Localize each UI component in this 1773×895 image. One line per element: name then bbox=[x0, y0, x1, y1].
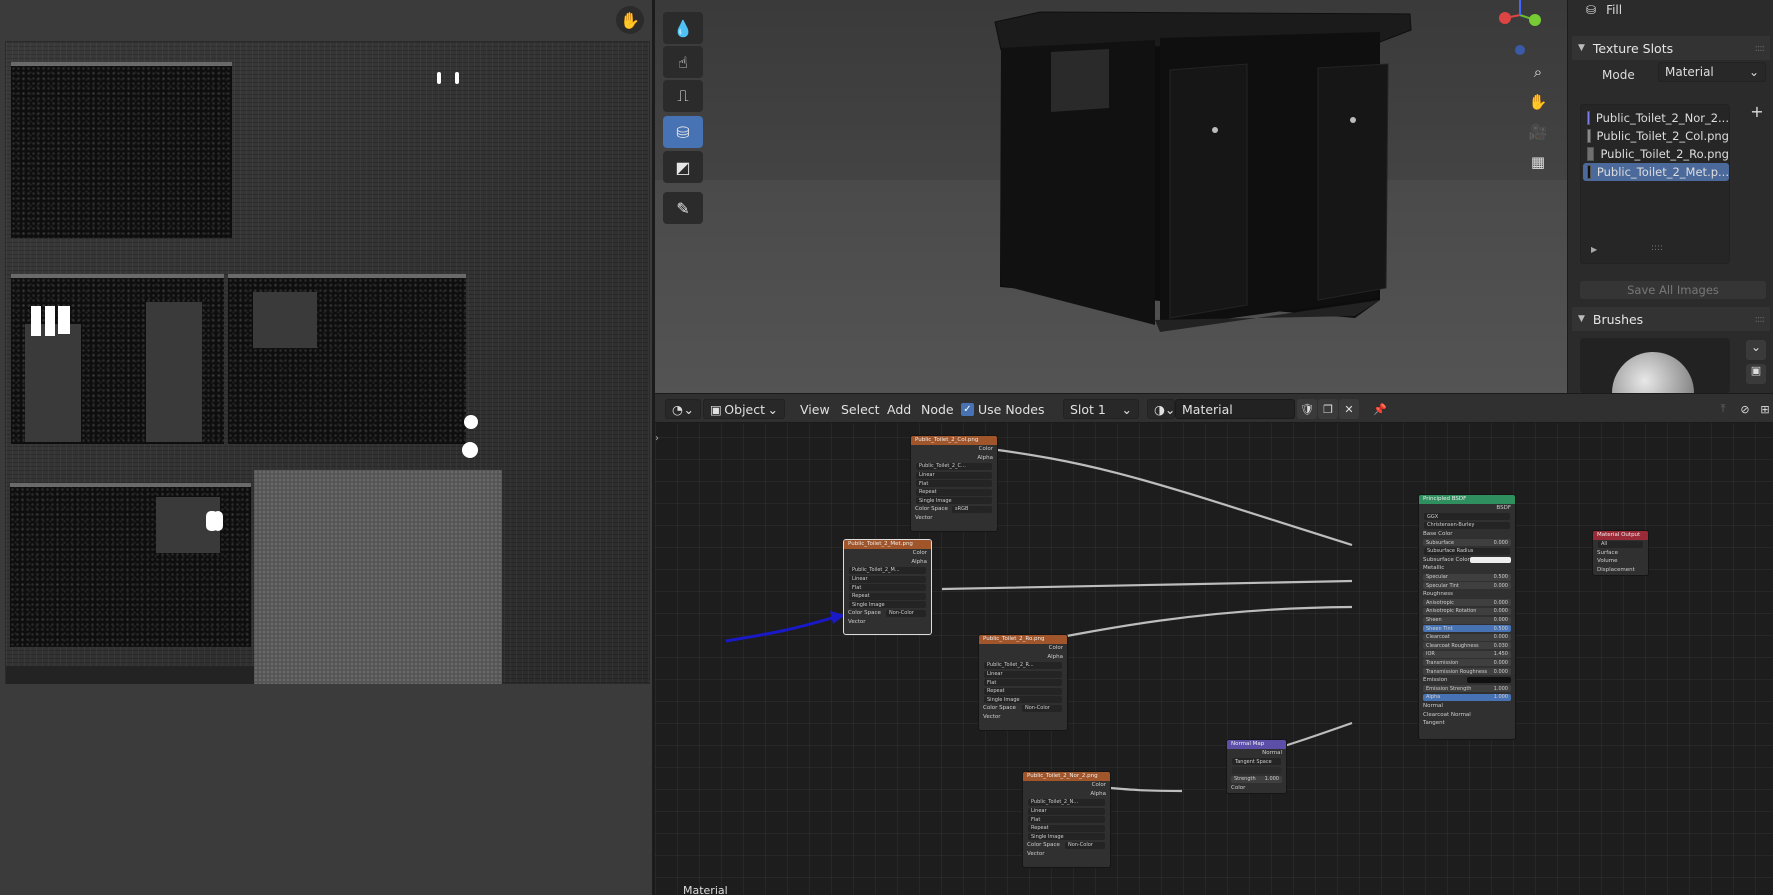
collapse-icon: ▼ bbox=[1578, 43, 1585, 53]
texture-slot-list[interactable]: Public_Toilet_2_Nor_2... Public_Toilet_2… bbox=[1580, 104, 1730, 264]
restroom-sign bbox=[31, 306, 41, 336]
chevron-down-icon: ⌄ bbox=[683, 401, 694, 417]
smear-icon[interactable]: ☝ bbox=[663, 46, 703, 78]
material-browse-button[interactable]: ◑ ⌄ bbox=[1147, 399, 1175, 419]
list-item[interactable]: Public_Toilet_2_Met.p... bbox=[1583, 163, 1729, 181]
brushes-header[interactable]: ▼ Brushes :::: bbox=[1572, 307, 1770, 331]
chevron-down-icon: ⌄ bbox=[767, 401, 778, 417]
node-material-output[interactable]: Material Output All Surface Volume Displ… bbox=[1592, 530, 1649, 576]
clone-icon[interactable]: ⎍ bbox=[663, 80, 703, 112]
chevron-down-icon: ⌄ bbox=[1164, 401, 1176, 417]
pin-icon[interactable]: 📌 bbox=[1370, 399, 1390, 419]
3d-viewport[interactable]: ⌕ ✋ 🎥 ▦ 💧 ☝ ⎍ ⛁ ◩ ✎ bbox=[655, 0, 1567, 393]
node-normal-map[interactable]: Normal Map Normal Tangent Space Strength… bbox=[1226, 739, 1287, 794]
chevron-down-icon: ⌄ bbox=[1748, 65, 1759, 79]
object-icon: ▣ bbox=[710, 401, 722, 417]
menu-view[interactable]: View bbox=[800, 399, 830, 419]
uv-texture-image bbox=[5, 41, 650, 684]
expand-icon[interactable]: ▶ bbox=[1591, 245, 1597, 254]
annotate-icon[interactable]: ✎ bbox=[663, 192, 703, 224]
texture-swatch bbox=[1587, 129, 1591, 143]
navigation-gizmo[interactable] bbox=[1485, 0, 1555, 60]
node-image-texture-col[interactable]: Public_Toilet_2_Col.png Color Alpha Publ… bbox=[910, 435, 998, 532]
image-icon[interactable]: ▣ bbox=[1746, 364, 1766, 384]
fill-icon[interactable]: ⛁ bbox=[663, 116, 703, 148]
collapse-icon: ▼ bbox=[1578, 314, 1585, 324]
node-principled-bsdf[interactable]: Principled BSDF BSDF GGX Christensen-Bur… bbox=[1418, 494, 1516, 740]
node-editor-icon: ◔ bbox=[672, 401, 683, 417]
material-name-field[interactable]: Material bbox=[1175, 399, 1295, 419]
menu-select[interactable]: Select bbox=[841, 399, 880, 419]
sidebar-toggle-icon[interactable]: › bbox=[655, 433, 659, 444]
texture-swatch bbox=[1587, 147, 1595, 161]
hand-icon[interactable]: ✋ bbox=[616, 6, 644, 34]
texture-slots-header[interactable]: ▼ Texture Slots :::: bbox=[1572, 36, 1770, 60]
editor-type-dropdown[interactable]: ◔ ⌄ bbox=[665, 399, 701, 419]
grid-icon[interactable]: ▦ bbox=[1524, 148, 1552, 176]
save-all-images-button[interactable]: Save All Images bbox=[1580, 281, 1766, 299]
camera-icon[interactable]: 🎥 bbox=[1524, 118, 1552, 146]
parent-node-tree-icon[interactable]: ⤒ bbox=[1713, 399, 1733, 419]
object-mode-dropdown[interactable]: ▣ Object ⌄ bbox=[703, 399, 785, 419]
properties-panel: ⛁ Fill ▼ Texture Slots :::: Mode Materia… bbox=[1567, 0, 1773, 393]
list-item[interactable]: Public_Toilet_2_Nor_2... bbox=[1583, 109, 1729, 127]
chevron-down-icon: ⌄ bbox=[1121, 401, 1132, 417]
node-links bbox=[725, 445, 1506, 793]
chevron-down-icon[interactable]: ⌄ bbox=[1746, 340, 1766, 360]
zoom-icon[interactable]: ⌕ bbox=[1524, 58, 1552, 86]
tool-name: Fill bbox=[1606, 3, 1623, 17]
node-image-texture-met[interactable]: Public_Toilet_2_Met.png Color Alpha Publ… bbox=[843, 539, 932, 635]
menu-add[interactable]: Add bbox=[887, 399, 911, 419]
close-icon[interactable]: ✕ bbox=[1339, 399, 1359, 419]
add-slot-button[interactable]: + bbox=[1748, 104, 1766, 122]
check-icon: ✓ bbox=[961, 402, 974, 416]
hand-icon[interactable]: ✋ bbox=[1524, 88, 1552, 116]
material-sphere-icon: ◑ bbox=[1154, 401, 1165, 417]
drop-icon[interactable]: 💧 bbox=[663, 12, 703, 44]
mask-icon[interactable]: ◩ bbox=[663, 151, 703, 183]
use-nodes-checkbox[interactable]: ✓ Use Nodes bbox=[961, 399, 1044, 419]
menu-node[interactable]: Node bbox=[921, 399, 954, 419]
shader-node-editor[interactable]: Public_Toilet_2_Col.png Color Alpha Publ… bbox=[655, 393, 1773, 895]
node-image-texture-ro[interactable]: Public_Toilet_2_Ro.png Color Alpha Publi… bbox=[978, 634, 1068, 731]
texture-swatch bbox=[1587, 111, 1590, 125]
list-item[interactable]: Public_Toilet_2_Ro.png bbox=[1583, 145, 1729, 163]
fake-user-icon[interactable]: 🛡 bbox=[1297, 399, 1317, 419]
node-image-texture-nor[interactable]: Public_Toilet_2_Nor_2.png Color Alpha Pu… bbox=[1022, 771, 1111, 868]
image-editor[interactable]: ✋ bbox=[0, 0, 652, 895]
snap-settings-icon[interactable]: ⊞ bbox=[1755, 399, 1773, 419]
mode-label: Mode bbox=[1602, 68, 1635, 82]
mode-dropdown[interactable]: Material ⌄ bbox=[1658, 62, 1766, 82]
texture-swatch bbox=[1587, 165, 1591, 179]
snap-icon[interactable]: ⊘ bbox=[1735, 399, 1755, 419]
node-editor-header: ◔ ⌄ ▣ Object ⌄ View Select Add Node ✓ Use… bbox=[655, 393, 1773, 423]
resize-handle[interactable]: :::: bbox=[1651, 243, 1663, 253]
slot-dropdown[interactable]: Slot 1 ⌄ bbox=[1063, 399, 1139, 419]
list-item[interactable]: Public_Toilet_2_Col.png bbox=[1583, 127, 1729, 145]
duplicate-icon[interactable]: ❐ bbox=[1318, 399, 1338, 419]
fill-icon: ⛁ bbox=[1586, 3, 1597, 17]
material-footer-label: Material bbox=[683, 884, 728, 895]
brush-preview[interactable] bbox=[1580, 338, 1730, 393]
toilet-building-model bbox=[994, 11, 1412, 332]
